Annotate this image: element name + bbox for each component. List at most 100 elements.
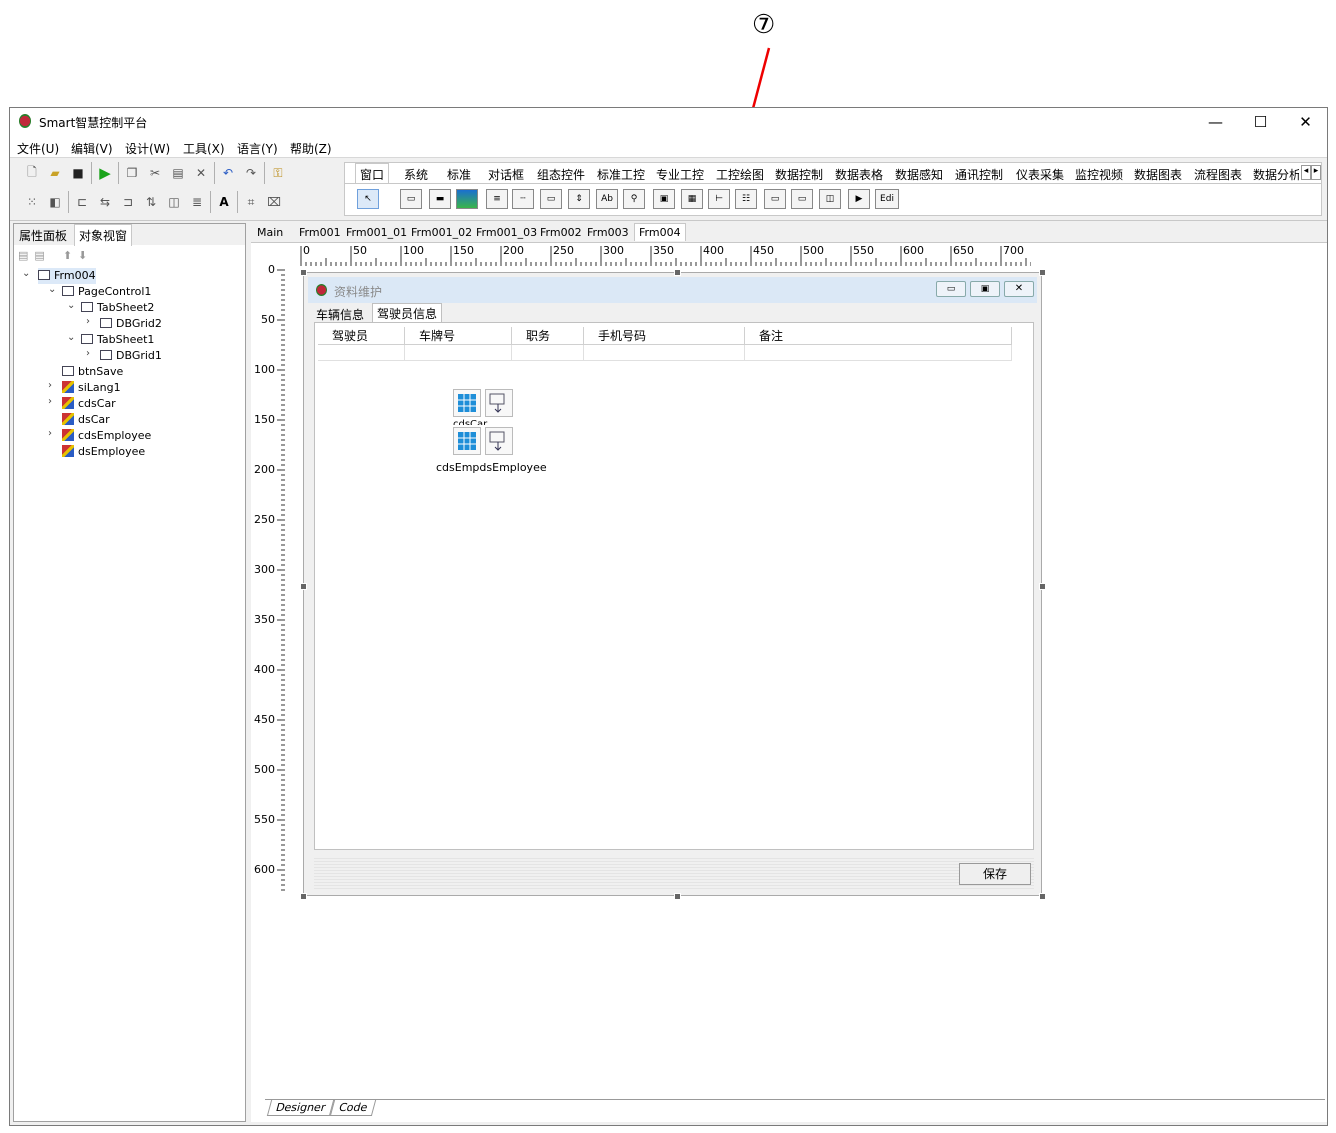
- tab-driver-info[interactable]: 驾驶员信息: [372, 303, 443, 323]
- align-grid-icon[interactable]: ⁙: [22, 192, 42, 212]
- paste-icon[interactable]: ▤: [168, 163, 188, 183]
- db-add-icon[interactable]: ▤: [18, 249, 28, 262]
- navigator-icon[interactable]: ▶: [848, 189, 870, 209]
- calendar-icon[interactable]: ▦: [681, 189, 703, 209]
- doc-tab[interactable]: Frm003: [587, 226, 629, 239]
- palette-tab-data-sensing[interactable]: 数据感知: [895, 166, 943, 183]
- db-grid[interactable]: 驾驶员 车牌号 职务 手机号码 备注: [318, 327, 1012, 363]
- statusbar-icon[interactable]: ▭: [764, 189, 786, 209]
- resize-handle[interactable]: [1039, 583, 1046, 590]
- palette-tab-config-controls[interactable]: 组态控件: [537, 166, 585, 183]
- redo-icon[interactable]: ↷: [241, 163, 261, 183]
- align-right-icon[interactable]: ⊐: [118, 192, 138, 212]
- window-icon[interactable]: ▣: [653, 189, 675, 209]
- grid-cell[interactable]: [405, 345, 512, 361]
- tree-item[interactable]: PageControl1: [62, 284, 151, 300]
- treeview-icon[interactable]: ⊢: [708, 189, 730, 209]
- label-icon[interactable]: ▭: [400, 189, 422, 209]
- grid-column-header[interactable]: 备注: [745, 327, 1012, 345]
- new-icon[interactable]: 🗋: [22, 163, 42, 183]
- expand-icon[interactable]: ›: [86, 348, 90, 359]
- menu-file[interactable]: 文件(U): [17, 140, 59, 157]
- tree-item[interactable]: DBGrid1: [100, 348, 162, 364]
- form-maximize-icon[interactable]: ▣: [970, 281, 1000, 297]
- tab-order-icon[interactable]: ⇅: [141, 192, 161, 212]
- scale-icon[interactable]: ⌧: [264, 192, 284, 212]
- trackbar-icon[interactable]: ┄: [512, 189, 534, 209]
- palette-tab-data-chart[interactable]: 数据图表: [1134, 166, 1182, 183]
- expand-icon[interactable]: ›: [48, 396, 52, 407]
- palette-tab-data-analysis[interactable]: 数据分析: [1253, 166, 1299, 183]
- align-left-icon[interactable]: ⊏: [72, 192, 92, 212]
- grid-cell[interactable]: [318, 345, 405, 361]
- palette-tab-dialogs[interactable]: 对话框: [488, 166, 524, 183]
- tree-item[interactable]: cdsCar: [62, 396, 116, 412]
- grid-cell[interactable]: [512, 345, 584, 361]
- tab-vehicle-info[interactable]: 车辆信息: [316, 306, 364, 323]
- palette-scroll-left-icon[interactable]: ◂: [1301, 165, 1311, 180]
- expand-icon[interactable]: ›: [48, 428, 52, 439]
- doc-tab[interactable]: Frm001: [299, 226, 341, 239]
- resize-handle[interactable]: [1039, 269, 1046, 276]
- collapse-icon[interactable]: ⌄: [22, 268, 30, 279]
- align-center-icon[interactable]: ⇆: [95, 192, 115, 212]
- open-icon[interactable]: ▰: [45, 163, 65, 183]
- size-to-grid-icon[interactable]: ⌗: [241, 192, 261, 212]
- doc-tab[interactable]: Frm001_01: [346, 226, 407, 239]
- tree-item[interactable]: DBGrid2: [100, 316, 162, 332]
- doc-tab[interactable]: Frm004: [634, 223, 686, 241]
- tab-object-view[interactable]: 对象视窗: [74, 224, 133, 246]
- palette-tab-window[interactable]: 窗口: [355, 163, 390, 183]
- palette-tab-data-control[interactable]: 数据控制: [775, 166, 823, 183]
- cdsemployee-component[interactable]: [453, 427, 481, 455]
- image-icon[interactable]: [456, 189, 478, 209]
- progress-icon[interactable]: ▭: [540, 189, 562, 209]
- close-button[interactable]: ✕: [1283, 108, 1328, 136]
- tree-item[interactable]: siLang1: [62, 380, 121, 396]
- resize-handle[interactable]: [1039, 893, 1046, 900]
- designed-form[interactable]: 资料维护 ▭ ▣ ✕ 车辆信息 驾驶员信息 驾驶员 车牌号 职务 手机号码 备注 cds…: [300, 269, 1046, 900]
- key-icon[interactable]: ⚿: [268, 163, 288, 183]
- move-up-icon[interactable]: ⬆: [63, 249, 72, 262]
- cut-icon[interactable]: ✂: [145, 163, 165, 183]
- palette-tab-pro-industrial[interactable]: 专业工控: [656, 166, 704, 183]
- font-icon[interactable]: A: [214, 192, 234, 212]
- resize-handle[interactable]: [300, 269, 307, 276]
- grid-cell[interactable]: [584, 345, 745, 361]
- collapse-icon[interactable]: ⌄: [48, 284, 56, 295]
- palette-tab-system[interactable]: 系统: [404, 166, 428, 183]
- tab-properties[interactable]: 属性面板: [19, 227, 67, 244]
- tab-code[interactable]: Code: [330, 1100, 377, 1116]
- move-down-icon[interactable]: ⬇: [78, 249, 87, 262]
- resize-handle[interactable]: [300, 893, 307, 900]
- collapse-icon[interactable]: ⌄: [67, 332, 75, 343]
- grid-column-header[interactable]: 车牌号: [405, 327, 512, 345]
- doc-tab[interactable]: Frm001_03: [476, 226, 537, 239]
- grid-column-header[interactable]: 驾驶员: [318, 327, 405, 345]
- run-icon[interactable]: ▶: [95, 163, 115, 183]
- minimize-button[interactable]: —: [1193, 108, 1238, 136]
- dscar-component[interactable]: [485, 389, 513, 417]
- bring-front-icon[interactable]: ◧: [45, 192, 65, 212]
- combo-icon[interactable]: ◫: [819, 189, 841, 209]
- edit-icon[interactable]: Ab: [596, 189, 618, 209]
- menu-language[interactable]: 语言(Y): [237, 140, 278, 157]
- palette-scroll-right-icon[interactable]: ▸: [1311, 165, 1321, 180]
- save-icon[interactable]: ■: [68, 163, 88, 183]
- palette-tab-standard[interactable]: 标准: [447, 166, 471, 183]
- grid-cell[interactable]: [745, 345, 1012, 361]
- expand-icon[interactable]: ›: [48, 380, 52, 391]
- menu-edit[interactable]: 编辑(V): [71, 140, 113, 157]
- memo-icon[interactable]: ≡: [486, 189, 508, 209]
- tree-item[interactable]: TabSheet1: [81, 332, 154, 348]
- tree-item[interactable]: btnSave: [62, 364, 123, 380]
- tree-item[interactable]: dsEmployee: [62, 444, 145, 460]
- resize-handle[interactable]: [300, 583, 307, 590]
- db-remove-icon[interactable]: ▤: [34, 249, 44, 262]
- tree-root[interactable]: Frm004: [38, 268, 96, 284]
- tree-item[interactable]: dsCar: [62, 412, 110, 428]
- doc-tab[interactable]: Frm002: [540, 226, 582, 239]
- menu-help[interactable]: 帮助(Z): [290, 140, 332, 157]
- palette-tab-data-grid[interactable]: 数据表格: [835, 166, 883, 183]
- maximize-button[interactable]: ☐: [1238, 108, 1283, 136]
